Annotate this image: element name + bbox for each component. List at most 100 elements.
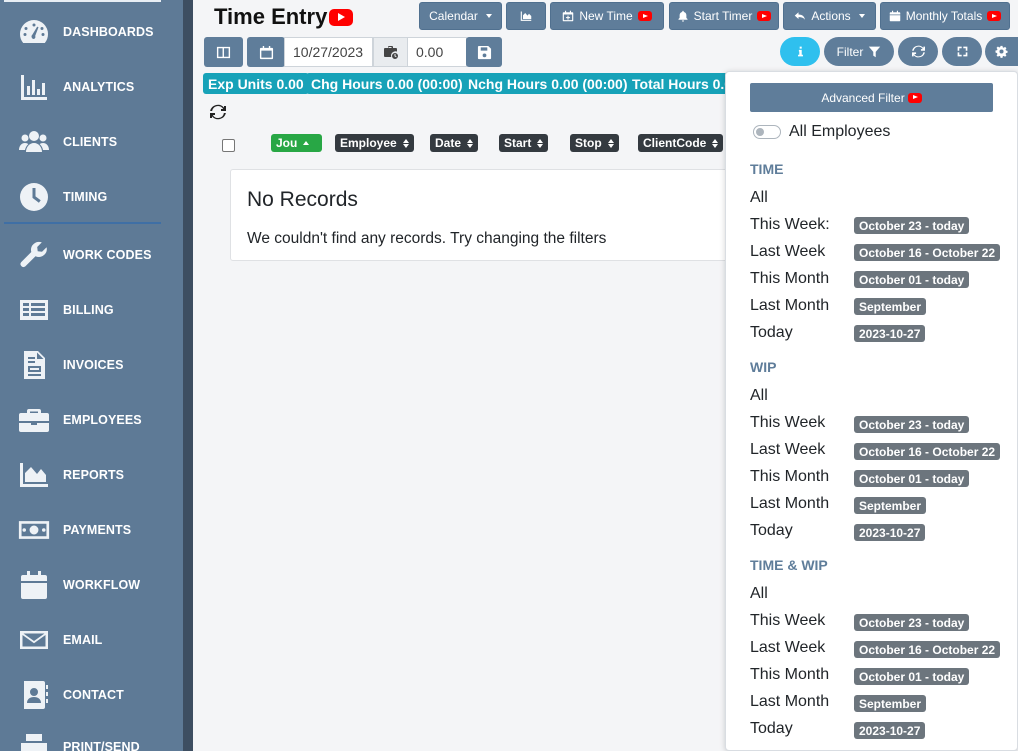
no-records-message: We couldn't find any records. Try changi… (247, 230, 607, 247)
refresh-button[interactable] (898, 37, 938, 66)
select-all-checkbox[interactable] (222, 139, 235, 152)
filter-option-wip-this-week[interactable]: This Week (750, 414, 825, 432)
filter-option-wip-all[interactable]: All (750, 387, 768, 405)
filter-option-timewip-last-month[interactable]: Last Month (750, 693, 829, 711)
start-timer-button[interactable]: Start Timer (669, 2, 779, 30)
calendar-dropdown-button[interactable]: Calendar (419, 2, 502, 30)
new-time-button[interactable]: New Time (550, 2, 664, 30)
column-header-stop[interactable]: Stop (570, 134, 619, 152)
no-records-title: No Records (247, 188, 358, 211)
dashboard-gauge-icon (0, 16, 63, 48)
sidebar-item-workflow[interactable]: WORKFLOW (0, 565, 183, 605)
sidebar-item-dashboards[interactable]: DASHBOARDS (0, 12, 183, 52)
billing-list-icon (0, 294, 63, 326)
filter-badge[interactable]: September (854, 298, 927, 315)
filter-option-wip-today[interactable]: Today (750, 522, 793, 540)
table-refresh-button[interactable] (210, 104, 226, 120)
filter-badge[interactable]: October 23 - today (854, 416, 970, 433)
columns-icon (216, 46, 231, 58)
sidebar-item-reports[interactable]: REPORTS (0, 455, 183, 495)
sidebar-item-work-codes[interactable]: WORK CODES (0, 235, 183, 275)
filter-button[interactable]: Filter (824, 37, 894, 66)
date-picker-button[interactable] (247, 37, 285, 67)
sidebar-item-payments[interactable]: PAYMENTS (0, 510, 183, 550)
filter-option-wip-last-month[interactable]: Last Month (750, 495, 829, 513)
sidebar-item-clients[interactable]: CLIENTS (0, 122, 183, 162)
sidebar-item-label: PRINT/SEND (63, 740, 140, 751)
caret-down-icon (858, 14, 865, 18)
sidebar-item-email[interactable]: EMAIL (0, 620, 183, 660)
filter-option-timewip-this-week[interactable]: This Week (750, 612, 825, 630)
column-header-start[interactable]: Start (499, 134, 549, 152)
sidebar-item-contact[interactable]: CONTACT (0, 675, 183, 715)
sidebar-item-label: INVOICES (63, 358, 124, 372)
save-button[interactable] (466, 37, 502, 67)
column-header-label: Date (435, 136, 462, 150)
settings-button[interactable] (985, 37, 1018, 66)
column-header-date[interactable]: Date (430, 134, 479, 152)
filter-badge[interactable]: 2023-10-27 (854, 722, 926, 739)
filter-badge[interactable]: October 01 - today (854, 271, 970, 288)
calendar-icon (259, 45, 273, 59)
column-header-clientcode[interactable]: ClientCode (638, 134, 724, 152)
filter-option-timewip-all[interactable]: All (750, 585, 768, 603)
sidebar-item-label: PAYMENTS (63, 523, 132, 537)
youtube-video-icon[interactable] (329, 8, 354, 26)
sidebar-item-timing[interactable]: TIMING (0, 177, 183, 217)
filter-funnel-icon (869, 46, 881, 58)
filter-option-time-this-week[interactable]: This Week: (750, 216, 830, 234)
monthly-totals-button[interactable]: Monthly Totals (880, 2, 1010, 30)
sidebar-divider (4, 222, 161, 224)
column-header-employee[interactable]: Employee (335, 134, 414, 152)
filter-badge[interactable]: October 01 - today (854, 668, 970, 685)
filter-badge[interactable]: October 23 - today (854, 614, 970, 631)
sidebar-item-analytics[interactable]: ANALYTICS (0, 67, 183, 107)
filter-option-timewip-this-month[interactable]: This Month (750, 666, 829, 684)
filter-badge[interactable]: October 16 - October 22 (854, 641, 1001, 658)
filter-option-timewip-last-week[interactable]: Last Week (750, 639, 825, 657)
filter-badge[interactable]: September (854, 695, 927, 712)
filter-option-wip-last-week[interactable]: Last Week (750, 441, 825, 459)
advanced-filter-button[interactable]: Advanced Filter (750, 83, 993, 112)
fullscreen-button[interactable] (942, 37, 982, 66)
sidebar-item-employees[interactable]: EMPLOYEES (0, 400, 183, 440)
filter-option-time-last-week[interactable]: Last Week (750, 243, 825, 261)
nchg-hours-badge: Nchg Hours 0.00 (00:00) (463, 73, 633, 94)
filter-badge[interactable]: October 16 - October 22 (854, 443, 1001, 460)
youtube-video-icon (637, 11, 652, 21)
youtube-video-icon (757, 11, 772, 21)
filter-option-time-last-month[interactable]: Last Month (750, 297, 829, 315)
sort-icon (537, 138, 544, 148)
column-header-label: ClientCode (643, 136, 707, 150)
all-employees-toggle[interactable] (753, 125, 781, 139)
columns-toggle-button[interactable] (204, 37, 243, 67)
date-input[interactable]: 10/27/2023 (284, 37, 373, 67)
total-hours-badge: Total Hours 0.0 (627, 73, 738, 94)
filter-option-time-today[interactable]: Today (750, 324, 793, 342)
sidebar-item-print-send[interactable]: PRINT/SEND (0, 727, 183, 751)
chart-button[interactable] (506, 2, 546, 30)
actions-dropdown-button[interactable]: Actions (783, 2, 876, 30)
sidebar-item-billing[interactable]: BILLING (0, 290, 183, 330)
sync-icon (911, 45, 925, 58)
info-button[interactable] (780, 37, 820, 66)
advanced-filter-label: Advanced Filter (821, 90, 905, 105)
filter-badge[interactable]: 2023-10-27 (854, 325, 926, 342)
sidebar-item-label: WORK CODES (63, 248, 152, 262)
amount-input[interactable]: 0.00 (407, 37, 467, 67)
wrench-icon (0, 239, 63, 271)
filter-badge[interactable]: 2023-10-27 (854, 524, 926, 541)
sidebar-item-label: WORKFLOW (63, 578, 141, 592)
column-header-jou[interactable]: Jou (271, 134, 322, 152)
filter-badge[interactable]: October 01 - today (854, 470, 970, 487)
filter-option-time-this-month[interactable]: This Month (750, 270, 829, 288)
filter-badge[interactable]: September (854, 497, 927, 514)
filter-option-time-all[interactable]: All (750, 189, 768, 207)
filter-badge[interactable]: October 23 - today (854, 217, 970, 234)
envelope-icon (0, 624, 63, 656)
filter-badge[interactable]: October 16 - October 22 (854, 244, 1001, 261)
sidebar-item-invoices[interactable]: INVOICES (0, 345, 183, 385)
filter-option-timewip-today[interactable]: Today (750, 720, 793, 738)
filter-option-wip-this-month[interactable]: This Month (750, 468, 829, 486)
all-employees-label: All Employees (789, 123, 891, 140)
